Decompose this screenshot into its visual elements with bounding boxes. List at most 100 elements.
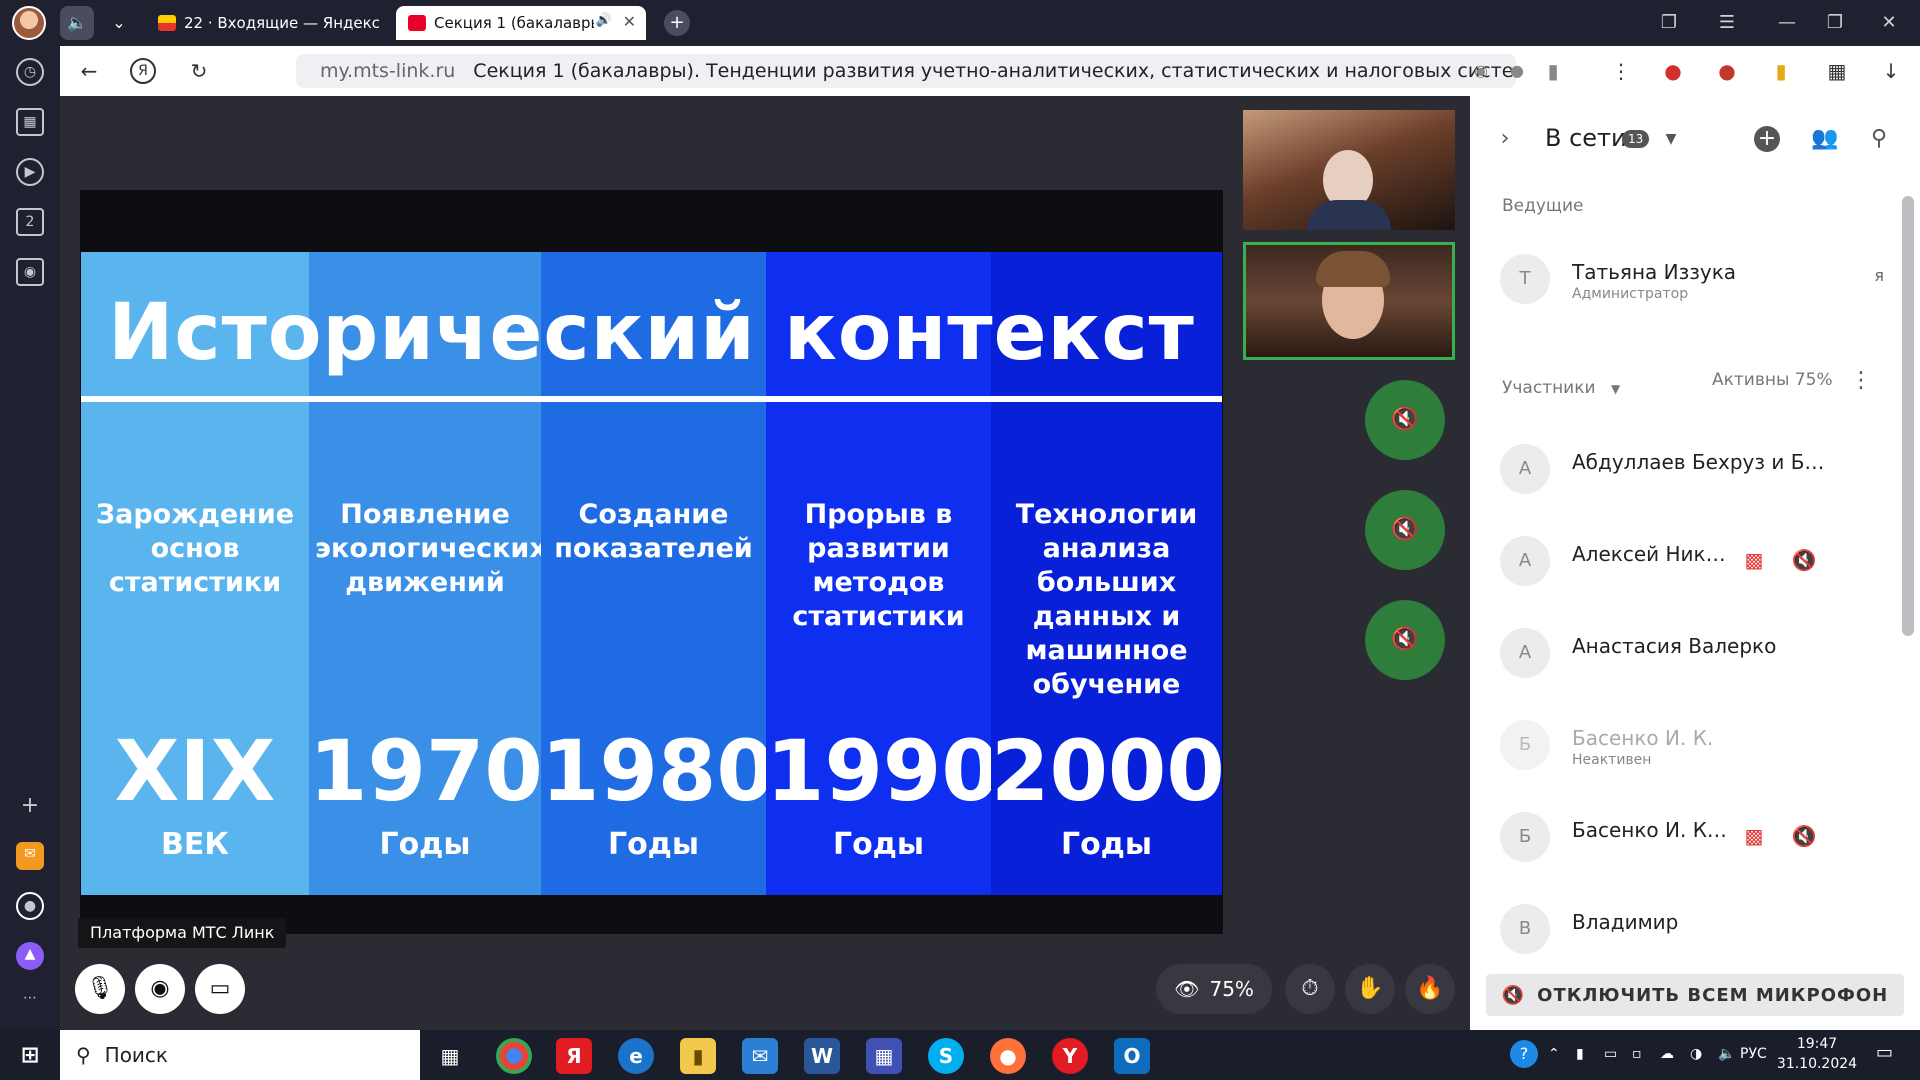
new-tab-button[interactable]: + <box>664 10 690 36</box>
translate-icon[interactable]: ▦ <box>1824 58 1850 84</box>
muted-participant-tile[interactable]: 🔇 <box>1365 600 1445 680</box>
history-icon[interactable]: ◷ <box>16 58 44 86</box>
url-field[interactable]: my.mts-link.ru Секция 1 (бакалавры). Тен… <box>296 54 1516 88</box>
skype-icon[interactable]: S <box>928 1038 964 1074</box>
mail-icon[interactable]: ✉ <box>742 1038 778 1074</box>
participant-name: Басенко И. К. ... <box>1572 818 1732 842</box>
tab-yandex-mail[interactable]: 22 · Входящие — Яндекс П <box>146 6 386 40</box>
search-icon[interactable]: ⚲ <box>1864 124 1894 154</box>
mic-off-icon: 🔇 <box>1365 600 1445 680</box>
extension-icon[interactable]: ● <box>1714 58 1740 84</box>
menu-icon[interactable]: ☰ <box>1714 10 1740 36</box>
host-item[interactable]: Т Татьяна Иззука Администратор я <box>1500 246 1890 310</box>
device-icon[interactable]: ▭ <box>1604 1046 1617 1062</box>
sidebar-badge[interactable]: 2 <box>16 208 44 236</box>
participant-name: Владимир <box>1572 910 1679 934</box>
language-indicator[interactable]: РУС <box>1740 1046 1767 1062</box>
people-icon[interactable]: 👥 <box>1810 124 1840 154</box>
mic-off-icon: 🔇 <box>1501 984 1526 1006</box>
audio-playing-icon[interactable]: 🔊 <box>596 13 612 28</box>
chrome-icon[interactable] <box>496 1038 532 1074</box>
caret-down-icon[interactable]: ▼ <box>1656 124 1686 154</box>
screenshot-icon[interactable]: ◉ <box>16 258 44 286</box>
speaker-icon[interactable]: 🔈 <box>60 6 94 40</box>
network-icon[interactable]: ▫ <box>1632 1046 1642 1062</box>
participant-item[interactable]: В Владимир <box>1500 896 1890 960</box>
collections-icon[interactable]: ▦ <box>16 108 44 136</box>
cloud-icon[interactable]: ☁ <box>1660 1046 1674 1062</box>
yandex-icon[interactable]: Я <box>556 1038 592 1074</box>
chevron-right-icon[interactable]: › <box>1490 124 1520 154</box>
add-participant-button[interactable]: + <box>1754 126 1780 152</box>
restore-button[interactable]: ❐ <box>1822 10 1848 36</box>
folder-icon[interactable]: ▮ <box>680 1038 716 1074</box>
windows-start-icon[interactable]: ⊞ <box>12 1038 48 1074</box>
add-icon[interactable]: + <box>16 794 44 822</box>
mail-app-icon[interactable]: ✉ <box>16 842 44 870</box>
active-percent-label: Активны 75% <box>1712 370 1833 390</box>
firefox-icon[interactable]: ● <box>990 1038 1026 1074</box>
close-window-button[interactable]: ✕ <box>1876 10 1902 36</box>
panel-header: › В сети 13 ▼ + 👥 ⚲ <box>1470 116 1920 160</box>
participant-item[interactable]: Б Басенко И. К. ... ▩ 🔇 <box>1500 804 1890 868</box>
word-icon[interactable]: W <box>804 1038 840 1074</box>
shield-extension-icon[interactable]: ● <box>1660 58 1686 84</box>
battery-icon[interactable]: ▮ <box>1576 1046 1584 1062</box>
participant-name: Алексей Нико... <box>1572 542 1732 566</box>
help-icon[interactable]: ? <box>1510 1040 1538 1068</box>
tab-mts-link[interactable]: Секция 1 (бакалавры) 🔊 ✕ <box>396 6 646 40</box>
timer-button[interactable]: ⏱ <box>1285 964 1335 1014</box>
more-vertical-icon[interactable]: ⋮ <box>1608 58 1634 84</box>
taskbar-search[interactable]: ⚲ Поиск <box>60 1030 420 1080</box>
raise-hand-button[interactable]: ✋ <box>1345 964 1395 1014</box>
reactions-button[interactable]: 🔥 <box>1405 964 1455 1014</box>
bookmark-icon[interactable]: ▮ <box>1540 58 1566 84</box>
participant-item[interactable]: А Абдуллаев Бехруз и Бар... <box>1500 436 1890 500</box>
participant-item[interactable]: А Алексей Нико... ▩ 🔇 <box>1500 528 1890 592</box>
mic-off-icon: 🔇 <box>1791 548 1817 572</box>
minimize-button[interactable]: — <box>1774 10 1800 36</box>
participant-body <box>1307 200 1391 230</box>
viewers-indicator[interactable]: 👁 75% <box>1156 964 1272 1014</box>
microphone-button[interactable]: 🎙 <box>75 964 125 1014</box>
yandex-browser-icon[interactable]: Y <box>1052 1038 1088 1074</box>
yandex-icon[interactable]: Я <box>130 58 156 84</box>
assistant-icon[interactable]: ▲ <box>16 942 44 970</box>
camera-permission-icon[interactable]: ◉ <box>1468 58 1494 84</box>
camera-button[interactable]: ◉ <box>135 964 185 1014</box>
back-arrow-icon[interactable]: ← <box>76 58 102 84</box>
profile-avatar[interactable] <box>12 6 46 40</box>
participant-item[interactable]: Б Басенко И. К. Неактивен <box>1500 712 1890 776</box>
wifi-icon[interactable]: ◑ <box>1690 1046 1702 1062</box>
online-label[interactable]: В сети <box>1545 124 1627 152</box>
edge-icon[interactable]: e <box>618 1038 654 1074</box>
close-icon[interactable]: ✕ <box>623 12 636 31</box>
clock[interactable]: 19:47 31.10.2024 <box>1772 1034 1862 1074</box>
more-vertical-icon[interactable]: ⋮ <box>1850 368 1872 393</box>
alice-icon[interactable]: ● <box>16 892 44 920</box>
outlook-icon[interactable]: O <box>1114 1038 1150 1074</box>
chevron-down-icon[interactable]: ⌄ <box>102 6 136 40</box>
participants-label[interactable]: Участники ▼ <box>1502 378 1620 398</box>
video-tile[interactable] <box>1243 110 1455 230</box>
download-icon[interactable]: ↓ <box>1878 58 1904 84</box>
muted-participant-tile[interactable]: 🔇 <box>1365 490 1445 570</box>
participant-item[interactable]: А Анастасия Валерко <box>1500 620 1890 684</box>
volume-icon[interactable]: 🔈 <box>1718 1046 1735 1062</box>
notifications-icon[interactable]: ▭ <box>1876 1042 1893 1063</box>
more-horizontal-icon[interactable]: ⋯ <box>16 986 44 1014</box>
scrollbar-thumb[interactable] <box>1902 196 1914 636</box>
store-icon[interactable]: ▦ <box>866 1038 902 1074</box>
screen-share-button[interactable]: ▭ <box>195 964 245 1014</box>
reload-icon[interactable]: ↻ <box>186 58 212 84</box>
play-icon[interactable]: ▶ <box>16 158 44 186</box>
mic-permission-icon[interactable]: ● <box>1504 58 1530 84</box>
muted-participant-tile[interactable]: 🔇 <box>1365 380 1445 460</box>
battery-icon[interactable]: ▮ <box>1768 58 1794 84</box>
chevron-up-icon[interactable]: ⌃ <box>1548 1046 1560 1062</box>
column-heading: Прорыв в развитии методов статистики <box>792 499 965 632</box>
collections-icon[interactable]: ❐ <box>1656 10 1682 36</box>
task-view-icon[interactable]: ▦ <box>432 1038 468 1074</box>
mute-all-button[interactable]: 🔇 ОТКЛЮЧИТЬ ВСЕМ МИКРОФОН <box>1486 974 1904 1016</box>
video-tile-active-speaker[interactable] <box>1243 242 1455 360</box>
